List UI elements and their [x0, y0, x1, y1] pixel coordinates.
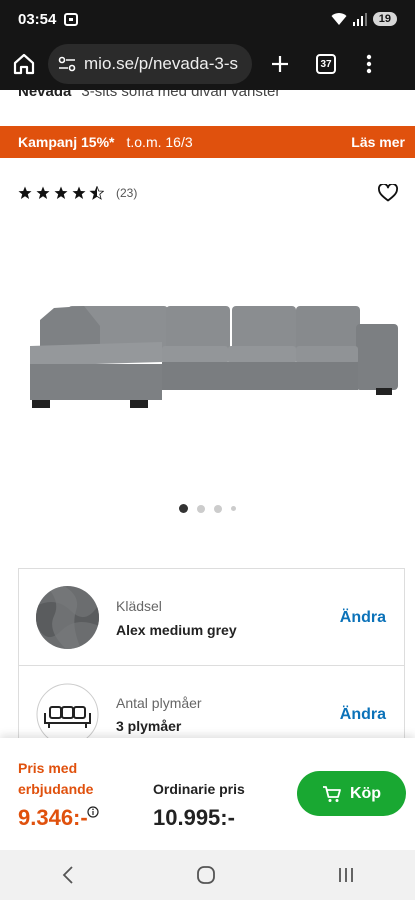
option-label: Antal plymåer: [116, 695, 202, 711]
change-upholstery-button[interactable]: Ändra: [340, 609, 386, 627]
option-upholstery[interactable]: Klädsel Alex medium grey Ändra: [18, 568, 405, 666]
cart-icon: [322, 785, 341, 802]
campaign-label: Kampanj 15%*: [18, 134, 115, 150]
wifi-icon: [331, 13, 347, 25]
gallery-dot[interactable]: [214, 504, 222, 513]
status-time: 03:54: [18, 10, 57, 28]
product-image[interactable]: [20, 250, 400, 450]
tabs-icon[interactable]: 37: [316, 54, 336, 74]
battery-indicator: 19: [372, 12, 397, 26]
option-label: Klädsel: [116, 598, 162, 614]
star-rating[interactable]: [18, 186, 104, 200]
tab-count: 37: [320, 58, 332, 70]
ordinary-price: 10.995:-: [153, 805, 235, 830]
status-icons: 19: [331, 12, 397, 26]
gallery-dot[interactable]: [231, 506, 236, 511]
site-settings-icon[interactable]: [58, 56, 76, 72]
offer-price-label: Pris med erbjudande: [18, 760, 94, 797]
rating-row: (23): [18, 182, 398, 204]
ordinary-price-label: Ordinarie pris: [153, 781, 245, 797]
status-bar: 03:54 19: [0, 0, 415, 38]
campaign-banner[interactable]: Kampanj 15%* t.o.m. 16/3 Läs mer: [0, 126, 415, 158]
product-name: Nevada: [18, 90, 72, 100]
url-text: mio.se/p/nevada-3-s: [84, 54, 239, 73]
buy-button-label: Köp: [349, 784, 382, 802]
screenshot-icon: [64, 12, 79, 26]
home-icon[interactable]: [12, 52, 36, 76]
cushion-count-icon: [36, 683, 99, 746]
change-cushions-button[interactable]: Ändra: [340, 706, 386, 724]
menu-icon[interactable]: [366, 54, 372, 74]
address-bar[interactable]: mio.se/p/nevada-3-s: [48, 44, 252, 84]
heart-icon[interactable]: [378, 184, 398, 202]
browser-toolbar: mio.se/p/nevada-3-s 37: [0, 38, 415, 90]
recents-icon[interactable]: [337, 866, 355, 884]
buy-button[interactable]: Köp: [297, 771, 406, 816]
gallery-dot[interactable]: [179, 504, 188, 513]
offer-price: 9.346:-: [18, 805, 88, 830]
new-tab-icon[interactable]: [270, 54, 290, 74]
product-subtitle: 3-sits soffa med divan vänster: [81, 90, 281, 100]
gallery-dot[interactable]: [197, 504, 205, 513]
fabric-swatch: [36, 586, 99, 649]
option-value: 3 plymåer: [116, 718, 182, 734]
gallery-pagination: [0, 504, 415, 513]
signal-icon: [352, 12, 367, 26]
read-more-link[interactable]: Läs mer: [351, 134, 405, 150]
home-nav-icon[interactable]: [196, 865, 216, 885]
option-value: Alex medium grey: [116, 622, 237, 638]
info-icon[interactable]: [87, 806, 99, 818]
review-count[interactable]: (23): [116, 186, 137, 200]
product-title-strip: Nevada 3-sits soffa med divan vänster: [0, 90, 415, 126]
system-navigation-bar: [0, 850, 415, 900]
back-icon[interactable]: [61, 866, 75, 884]
price-bar: Pris med erbjudande 9.346:- Ordinarie pr…: [0, 738, 415, 850]
campaign-period: t.o.m. 16/3: [126, 134, 193, 150]
